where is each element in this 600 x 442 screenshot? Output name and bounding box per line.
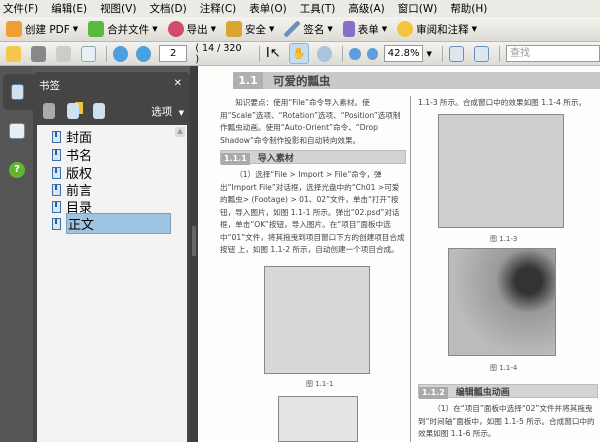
open-folder-icon[interactable] [6, 45, 21, 62]
bookmark-item-selected[interactable]: 正文 [52, 213, 171, 234]
menu-tools[interactable]: 工具(T) [300, 1, 336, 16]
figure-composition-window [448, 248, 556, 356]
menu-advanced[interactable]: 高级(A) [348, 1, 384, 16]
combine-files-button[interactable]: 合并文件 ▼ [88, 21, 158, 37]
bookmark-item[interactable]: 书名 [52, 146, 92, 164]
forms-button[interactable]: 表单 ▼ [342, 21, 387, 37]
combine-files-icon [88, 21, 105, 37]
paragraph: 1.1-3 所示。合成窗口中的效果如图 1.1-4 所示。 [418, 98, 587, 107]
export-icon [167, 21, 184, 37]
bookmark-item[interactable]: 封面 [52, 128, 92, 146]
menu-help[interactable]: 帮助(H) [450, 1, 487, 16]
help-icon[interactable]: ? [9, 162, 25, 178]
email-icon[interactable] [81, 45, 97, 62]
menu-window[interactable]: 窗口(W) [398, 1, 438, 16]
bookmarks-panel: 书签 ✕ 选项 ▼ ▲ 封面 书名 版权 前言 目录 正文 [33, 72, 190, 442]
create-pdf-button[interactable]: 创建 PDF ▼ [6, 21, 78, 37]
fit-page-icon[interactable] [473, 45, 490, 62]
navigation-toolbar: 2 ( 14 / 320 ) I↖ ✋ 42.8% ▼ 查找 [0, 42, 600, 66]
bookmarks-tab[interactable] [3, 74, 33, 110]
comment-icon [397, 21, 414, 37]
previous-page-icon[interactable] [113, 45, 129, 62]
figure-caption: 图 1.1-1 [306, 379, 334, 389]
menu-bar: 文件(F) 编辑(E) 视图(V) 文档(D) 注释(C) 表单(O) 工具(T… [0, 0, 600, 17]
signatures-icon[interactable] [9, 123, 25, 139]
task-toolbar: 创建 PDF ▼ 合并文件 ▼ 导出 ▼ 安全 ▼ 签名 ▼ 表单 ▼ 审阅和注释 ▼ [0, 17, 600, 42]
page-count: ( 14 / 320 ) [195, 42, 242, 65]
paragraph: （1）在“项目”面板中选择“02”文件并将其拖曳到“时间轴”面板中，如图 1.1… [418, 404, 595, 438]
save-icon[interactable] [56, 45, 71, 62]
hand-icon: ✋ [292, 47, 306, 60]
menu-forms[interactable]: 表单(O) [249, 1, 286, 16]
marquee-zoom-icon[interactable] [317, 45, 333, 62]
find-input[interactable]: 查找 [505, 45, 600, 62]
bookmark-list: ▲ 封面 书名 版权 前言 目录 正文 [37, 125, 187, 442]
paragraph: 知识要点：使用“File”命令导入素材。使用“Scale”选项、“Rotatio… [220, 98, 401, 145]
menu-file[interactable]: 文件(F) [3, 1, 38, 16]
column-divider [410, 96, 411, 442]
document-page: 1.1 可爱的瓢虫 知识要点：使用“File”命令导入素材。使用“Scale”选… [198, 66, 600, 442]
zoom-in-icon[interactable] [366, 47, 378, 60]
zoom-out-icon[interactable] [349, 47, 361, 60]
hand-tool-button[interactable]: ✋ [288, 43, 310, 64]
close-icon[interactable]: ✕ [174, 78, 182, 89]
figure-composition-settings [438, 114, 564, 228]
bookmark-item[interactable]: 版权 [52, 164, 92, 182]
panel-title: 书签 [39, 80, 60, 92]
bookmark-icon [52, 217, 61, 230]
bookmark-item[interactable]: 前言 [52, 181, 92, 199]
zoom-dropdown-icon[interactable]: ▼ [426, 50, 431, 58]
section-heading: 1.1 可爱的瓢虫 [233, 72, 600, 89]
next-page-icon[interactable] [136, 45, 152, 62]
menu-view[interactable]: 视图(V) [100, 1, 136, 16]
menu-edit[interactable]: 编辑(E) [51, 1, 87, 16]
fit-width-icon[interactable] [448, 45, 464, 62]
sign-button[interactable]: 签名 ▼ [284, 21, 333, 37]
lock-icon [225, 21, 242, 37]
create-pdf-icon [6, 21, 22, 37]
bookmark-icon [52, 166, 61, 179]
review-comment-button[interactable]: 审阅和注释 ▼ [397, 21, 477, 37]
bookmark-icon [52, 200, 61, 213]
security-button[interactable]: 安全 ▼ [225, 21, 274, 37]
form-icon [342, 21, 355, 37]
zoom-level-input[interactable]: 42.8% [383, 45, 424, 62]
bookmark-icon [52, 183, 61, 196]
menu-document[interactable]: 文档(D) [149, 1, 186, 16]
figure-caption: 图 1.1-3 [490, 234, 518, 244]
new-bookmark-icon[interactable] [67, 103, 79, 119]
pen-icon [284, 21, 301, 37]
menu-comments[interactable]: 注释(C) [200, 1, 237, 16]
paragraph: （1）选择“File > Import > File”命令，弹出“Import … [220, 170, 405, 254]
pane-splitter[interactable] [190, 66, 198, 442]
select-text-icon[interactable]: I↖ [266, 46, 281, 61]
figure-project-panel [278, 396, 358, 442]
bookmark-icon [52, 130, 61, 143]
subsection-heading: 1.1.1 导入素材 [220, 150, 406, 165]
figure-caption: 图 1.1-4 [490, 363, 518, 373]
bookmark-icon [52, 148, 61, 161]
page-number-input[interactable]: 2 [159, 45, 188, 62]
navigation-pane-strip: ? [0, 66, 33, 442]
options-menu[interactable]: 选项 ▼ [151, 104, 184, 119]
expand-bookmark-icon[interactable] [93, 103, 105, 119]
scroll-up-button[interactable]: ▲ [175, 127, 185, 137]
subsection-heading: 1.1.2 编辑瓢虫动画 [418, 384, 598, 399]
delete-icon[interactable] [43, 103, 55, 119]
export-button[interactable]: 导出 ▼ [167, 21, 216, 37]
figure-import-dialog [264, 266, 370, 374]
print-icon[interactable] [31, 45, 46, 62]
bookmark-panel-icon [11, 84, 24, 100]
